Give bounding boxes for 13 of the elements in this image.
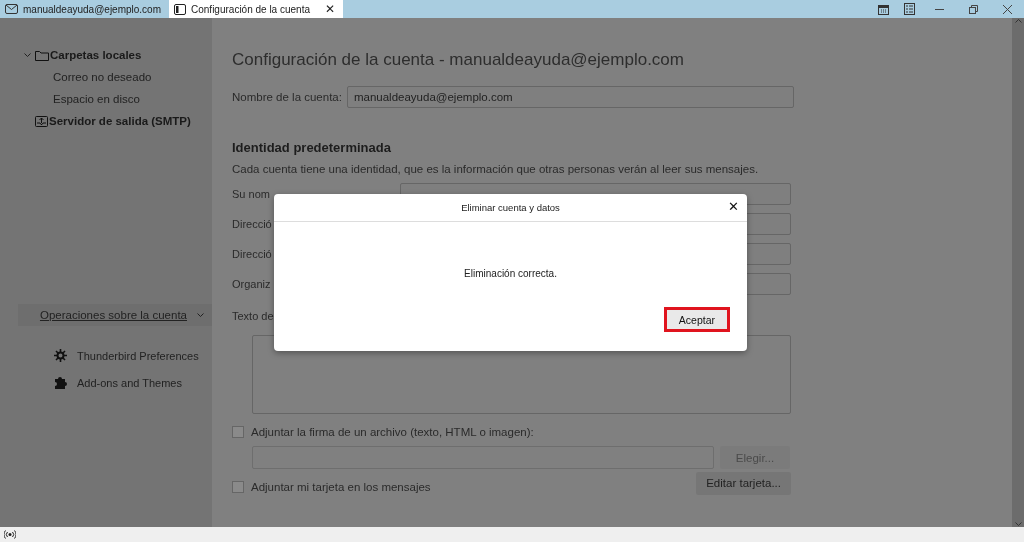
dialog-title: Eliminar cuenta y datos bbox=[461, 202, 560, 213]
field-label: Texto de bbox=[232, 310, 275, 322]
section-description: Cada cuenta tiene una identidad, que es la información que otras personas verán al leer sus mensajes. bbox=[232, 163, 760, 175]
field-label: Direcció bbox=[232, 218, 273, 230]
field-label: Nombre de la cuenta: bbox=[232, 91, 342, 103]
dialog-message: Eliminación correcta. bbox=[463, 268, 558, 279]
field-label: Direcció bbox=[232, 248, 273, 260]
field-label: Organiz bbox=[232, 278, 272, 290]
field-label: Su nom bbox=[232, 188, 271, 200]
section-heading: Identidad predeterminada bbox=[232, 140, 392, 155]
page-title: Configuración de la cuenta - manualdeayuda@ejemplo.com bbox=[232, 50, 685, 71]
checkbox-label: Adjuntar la firma de un archivo (texto, HTML o imagen): bbox=[251, 426, 534, 438]
checkbox-label: Adjuntar mi tarjeta en los mensajes bbox=[251, 481, 431, 493]
